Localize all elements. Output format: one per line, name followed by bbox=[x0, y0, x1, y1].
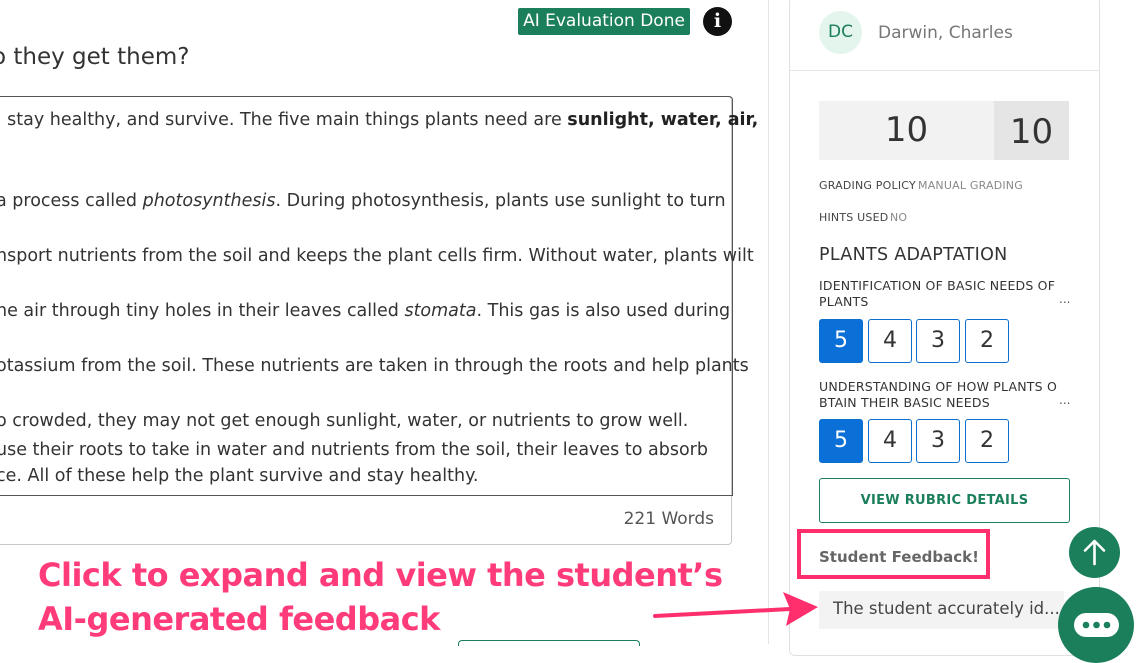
criterion-title: IDENTIFICATION OF BASIC NEEDS OF PLANTS bbox=[819, 278, 1056, 309]
score-total: 10 bbox=[1009, 112, 1054, 152]
criterion-2-score-4[interactable]: 4 bbox=[868, 419, 912, 463]
word-count: 221 Words bbox=[623, 509, 714, 529]
criterion-2-score-5[interactable]: 5 bbox=[819, 419, 863, 463]
divider bbox=[789, 70, 1100, 71]
criterion-more[interactable]: ... bbox=[1059, 292, 1070, 306]
criterion-1-score-3[interactable]: 3 bbox=[916, 319, 960, 363]
answer-line: , stay healthy, and survive. The five ma… bbox=[0, 110, 759, 130]
avatar: DC bbox=[819, 11, 862, 54]
criterion-title: UNDERSTANDING OF HOW PLANTS O BTAIN THEIR… bbox=[819, 379, 1057, 410]
answer-line: o crowded, they may not get enough sunli… bbox=[0, 411, 689, 431]
info-icon[interactable]: i bbox=[703, 7, 732, 36]
feedback-preview-text[interactable]: The student accurately id... bbox=[833, 599, 1060, 618]
score-earned[interactable]: 10 bbox=[819, 101, 994, 160]
student-feedback-toggle[interactable]: Student Feedback! bbox=[819, 548, 979, 566]
chat-bubble-icon bbox=[1074, 613, 1119, 637]
grading-policy-label: GRADING POLICY bbox=[819, 179, 916, 192]
bottom-button-fragment[interactable] bbox=[458, 640, 640, 646]
ai-evaluation-status-badge: AI Evaluation Done bbox=[518, 8, 690, 35]
criterion-2-score-3[interactable]: 3 bbox=[916, 419, 960, 463]
answer-line: nsport nutrients from the soil and keeps… bbox=[0, 246, 754, 266]
annotation-callout-line2: AI-generated feedback bbox=[38, 600, 440, 638]
arrow-up-icon bbox=[1083, 539, 1106, 566]
hints-used-value: NO bbox=[890, 211, 908, 224]
student-name: Darwin, Charles bbox=[878, 23, 1013, 43]
criterion-1-score-4[interactable]: 4 bbox=[868, 319, 912, 363]
hints-used-label: HINTS USED bbox=[819, 211, 889, 224]
annotation-arrow-icon bbox=[653, 592, 818, 626]
rubric-title: PLANTS ADAPTATION bbox=[819, 245, 1008, 265]
answer-text-area[interactable] bbox=[0, 96, 733, 496]
question-title: o they get them? bbox=[0, 44, 190, 70]
annotation-callout-line1: Click to expand and view the student’s bbox=[38, 556, 723, 594]
pane-divider bbox=[768, 0, 769, 644]
criterion-2-score-2[interactable]: 2 bbox=[965, 419, 1009, 463]
answer-line: ce. All of these help the plant survive … bbox=[0, 466, 479, 486]
criterion-1-score-2[interactable]: 2 bbox=[965, 319, 1009, 363]
criterion-more[interactable]: ... bbox=[1059, 393, 1070, 407]
view-rubric-details-button[interactable]: VIEW RUBRIC DETAILS bbox=[819, 478, 1070, 523]
answer-line: otassium from the soil. These nutrients … bbox=[0, 356, 749, 376]
answer-line: use their roots to take in water and nut… bbox=[0, 440, 708, 460]
answer-line: he air through tiny holes in their leave… bbox=[0, 301, 731, 321]
scroll-to-top-button[interactable] bbox=[1069, 527, 1120, 578]
grading-policy-value: MANUAL GRADING bbox=[918, 179, 1023, 192]
criterion-1-score-5[interactable]: 5 bbox=[819, 319, 863, 363]
answer-line: a process called photosynthesis. During … bbox=[0, 191, 726, 211]
